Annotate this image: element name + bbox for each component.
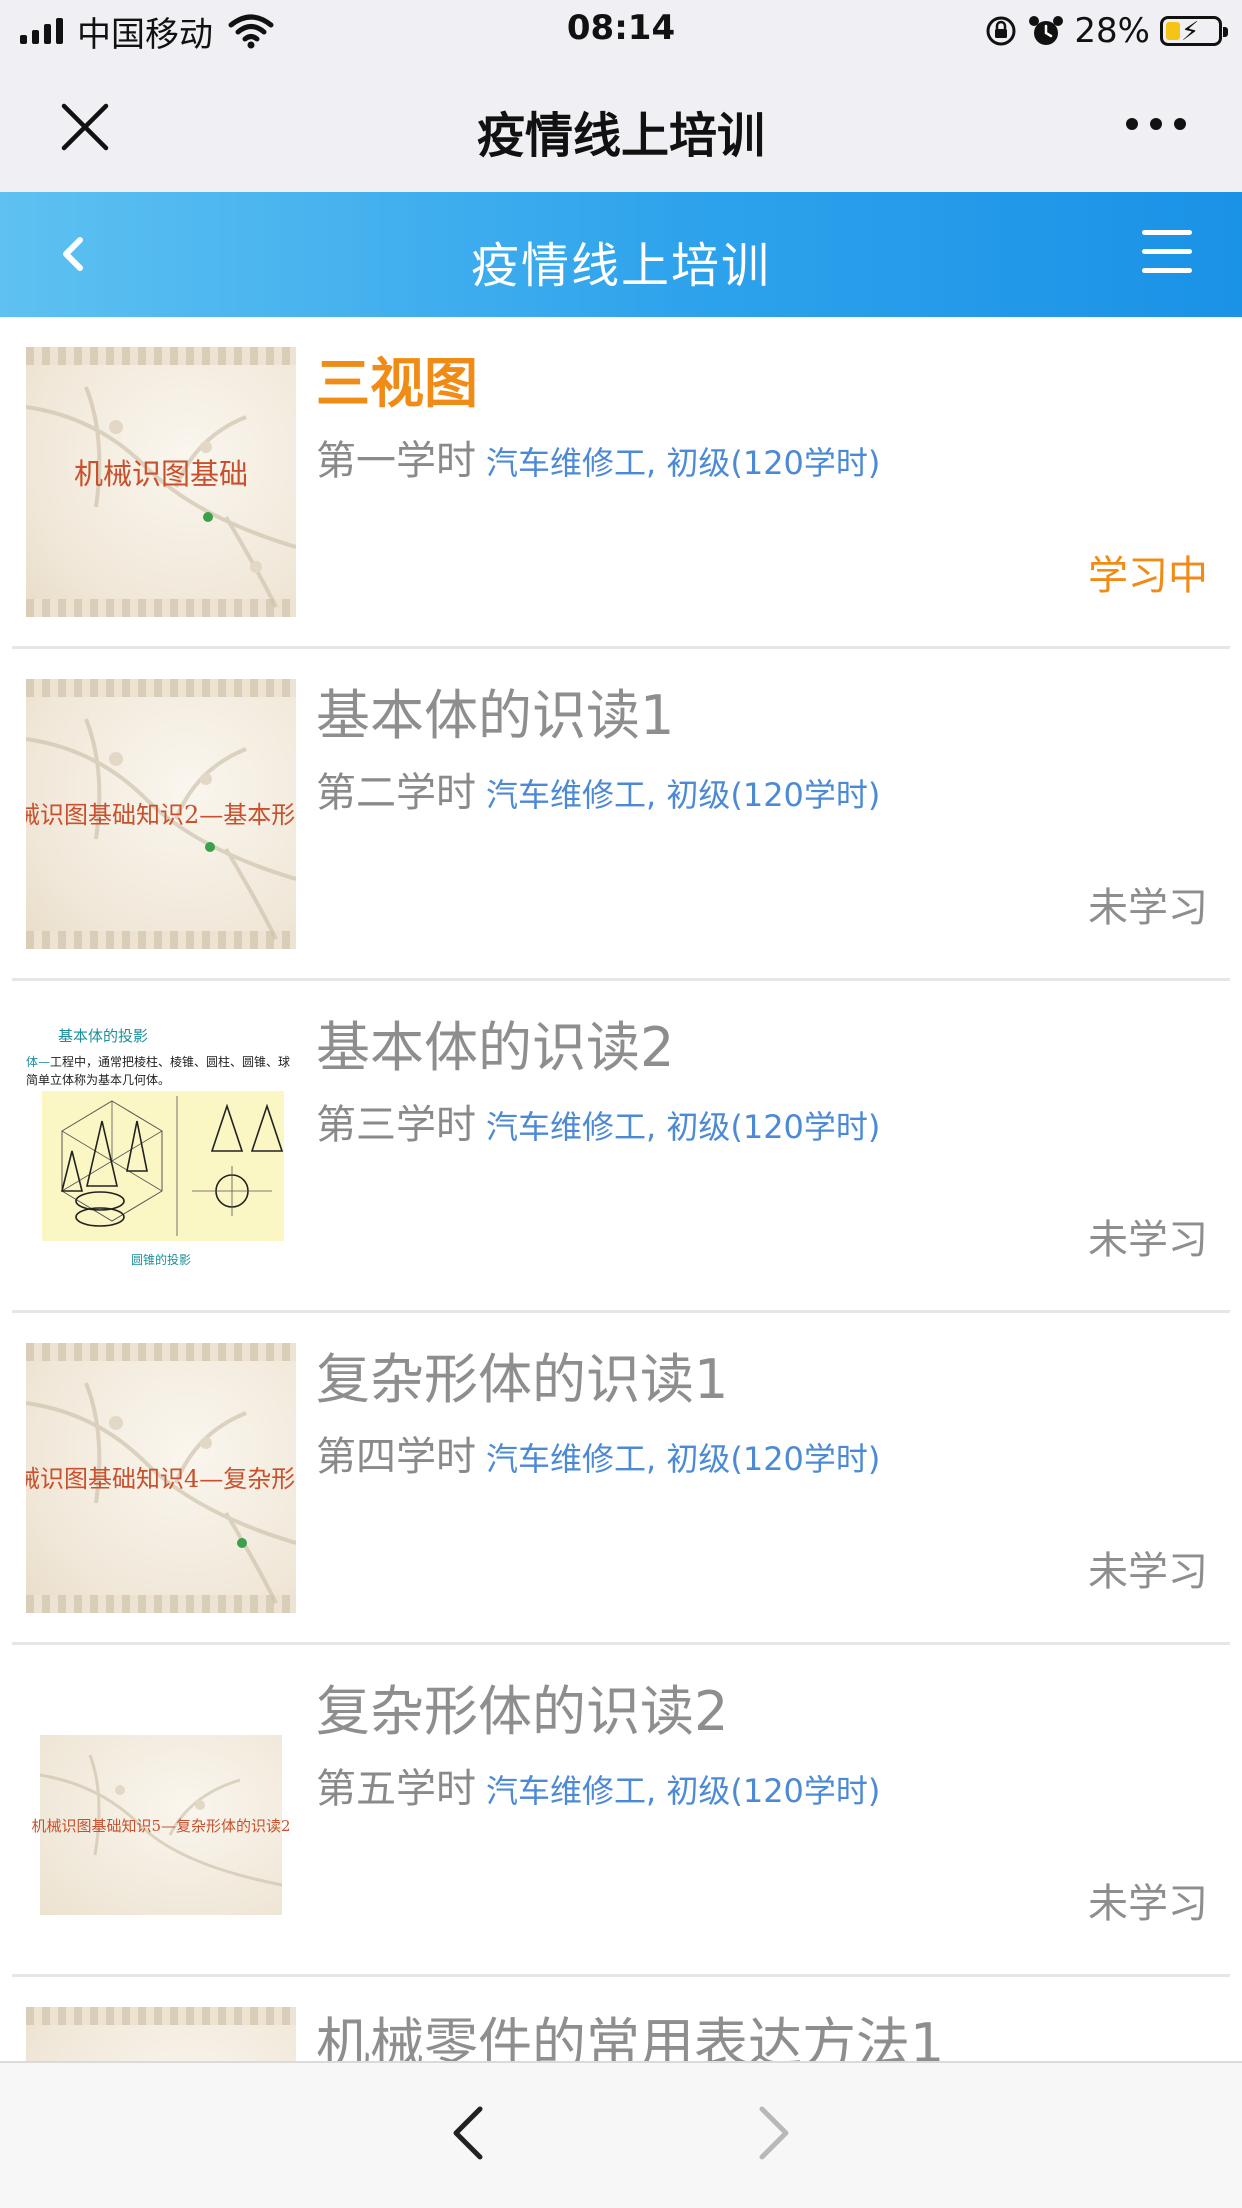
chevron-left-icon[interactable] <box>444 2103 494 2163</box>
lesson-info: 复杂形体的识读2 第五学时 汽车维修工, 初级(120学时) <box>316 1673 1212 1825</box>
page-title: 疫情线上培训 <box>470 238 771 294</box>
browser-toolbar <box>0 2061 1242 2208</box>
projection-diagram <box>42 1091 284 1241</box>
lesson-period: 第一学时 <box>316 438 476 484</box>
lesson-name: 基本体的识读2 <box>316 1016 675 1079</box>
lesson-item[interactable]: 机械零件的常用表达方法1 <box>0 1977 1242 2061</box>
battery-icon: ⚡ <box>1160 16 1228 47</box>
lesson-status: 未学习 <box>1088 1217 1208 1263</box>
lesson-name: 基本体的识读1 <box>316 684 675 747</box>
lesson-name: 三视图 <box>316 352 478 415</box>
battery-fill <box>1166 22 1180 40</box>
wechat-nav-bar: 疫情线上培训 <box>0 62 1242 192</box>
lesson-item[interactable]: 基本体的投影 体—工程中，通常把棱柱、棱锥、圆柱、圆锥、球 简单立体称为基本几何… <box>0 981 1242 1313</box>
lesson-meta: 第二学时 汽车维修工, 初级(120学时) <box>316 765 1212 829</box>
lesson-info: 机械零件的常用表达方法1 <box>316 2005 1212 2061</box>
chevron-right-icon[interactable] <box>748 2103 798 2163</box>
charging-bolt-icon: ⚡ <box>1181 17 1200 47</box>
lesson-info: 基本体的识读1 第二学时 汽车维修工, 初级(120学时) <box>316 677 1212 829</box>
lesson-meta: 第三学时 汽车维修工, 初级(120学时) <box>316 1097 1212 1161</box>
wechat-page-title: 疫情线上培训 <box>476 108 765 164</box>
course-name: 汽车维修工, 初级(120学时) <box>486 776 881 814</box>
lesson-thumbnail: 械识图基础知识2—基本形体的识读 <box>26 679 296 949</box>
lesson-thumbnail: 基本体的投影 体—工程中，通常把棱柱、棱锥、圆柱、圆锥、球 简单立体称为基本几何… <box>26 1011 296 1281</box>
thumbnail-title: 械识图基础知识4—复杂形体的识读 <box>26 1465 296 1493</box>
thumbnail-title: 械识图基础知识2—基本形体的识读 <box>26 801 296 829</box>
lesson-info: 基本体的识读2 第三学时 汽车维修工, 初级(120学时) <box>316 1009 1212 1161</box>
status-right: 28% ⚡ <box>984 10 1228 52</box>
alarm-icon <box>1029 16 1064 45</box>
app-header: 疫情线上培训 <box>0 192 1242 317</box>
lesson-status: 未学习 <box>1088 1881 1208 1927</box>
course-name: 汽车维修工, 初级(120学时) <box>486 444 881 482</box>
lesson-status: 未学习 <box>1088 885 1208 931</box>
lesson-thumbnail: 机械识图基础 <box>26 347 296 617</box>
hamburger-menu-icon[interactable] <box>1142 230 1192 274</box>
lesson-meta: 第四学时 汽车维修工, 初级(120学时) <box>316 1429 1212 1493</box>
course-name: 汽车维修工, 初级(120学时) <box>486 1108 881 1146</box>
lesson-item[interactable]: 机械识图基础知识5—复杂形体的识读2 复杂形体的识读2 第五学时 汽车维修工, 初… <box>0 1645 1242 1977</box>
lesson-status: 学习中 <box>1088 553 1208 599</box>
thumbnail-title: 机械识图基础知识5—复杂形体的识读2 <box>31 1817 291 1835</box>
lesson-item[interactable]: 械识图基础知识4—复杂形体的识读 复杂形体的识读1 第四学时汽车维修工, 初级(… <box>0 1313 1242 1645</box>
thumbnail-heading: 基本体的投影 <box>58 1027 149 1045</box>
lesson-info: 三视图 第一学时 汽车维修工, 初级(120学时) <box>316 345 1212 497</box>
lesson-thumbnail: 械识图基础知识4—复杂形体的识读 <box>26 1343 296 1613</box>
course-name: 汽车维修工, 初级(120学时) <box>486 1440 881 1478</box>
lesson-thumbnail: 机械识图基础知识5—复杂形体的识读2 <box>26 1675 296 1945</box>
lesson-list: 机械识图基础 三视图 第一学时 汽车维修工, 初级(120学时) 学习中 械识图基… <box>0 317 1242 2061</box>
lesson-meta: 第五学时 汽车维修工, 初级(120学时) <box>316 1761 1212 1825</box>
course-name: 汽车维修工, 初级(120学时) <box>486 1772 881 1810</box>
status-bar: 中国移动 08:14 28% ⚡ <box>0 0 1242 62</box>
lesson-period: 第四学时 <box>316 1434 476 1480</box>
lesson-status: 未学习 <box>1088 1549 1208 1595</box>
rotation-lock-icon <box>986 16 1016 46</box>
lesson-period: 第五学时 <box>316 1766 476 1812</box>
lesson-name: 复杂形体的识读1 <box>316 1348 729 1411</box>
more-dots-icon[interactable] <box>1126 118 1186 130</box>
lesson-item[interactable]: 机械识图基础 三视图 第一学时 汽车维修工, 初级(120学时) 学习中 <box>0 317 1242 649</box>
thumbnail-title: 机械识图基础 <box>73 457 248 491</box>
battery-percent: 28% <box>1074 11 1150 51</box>
lesson-period: 第二学时 <box>316 770 476 816</box>
lesson-item[interactable]: 械识图基础知识2—基本形体的识读 基本体的识读1 第二学时汽车维修工, 初级(1… <box>0 649 1242 981</box>
lesson-info: 复杂形体的识读1 第四学时 汽车维修工, 初级(120学时) <box>316 1341 1212 1493</box>
lesson-name: 复杂形体的识读2 <box>316 1680 729 1743</box>
lesson-meta: 第一学时 汽车维修工, 初级(120学时) <box>316 433 1212 497</box>
lesson-thumbnail <box>26 2007 296 2061</box>
thumbnail-text: 体—工程中，通常把棱柱、棱锥、圆柱、圆锥、球 简单立体称为基本几何体。 <box>26 1055 291 1087</box>
lesson-period: 第三学时 <box>316 1102 476 1148</box>
lesson-name: 机械零件的常用表达方法1 <box>316 2012 945 2061</box>
thumbnail-caption: 圆锥的投影 <box>130 1253 191 1267</box>
